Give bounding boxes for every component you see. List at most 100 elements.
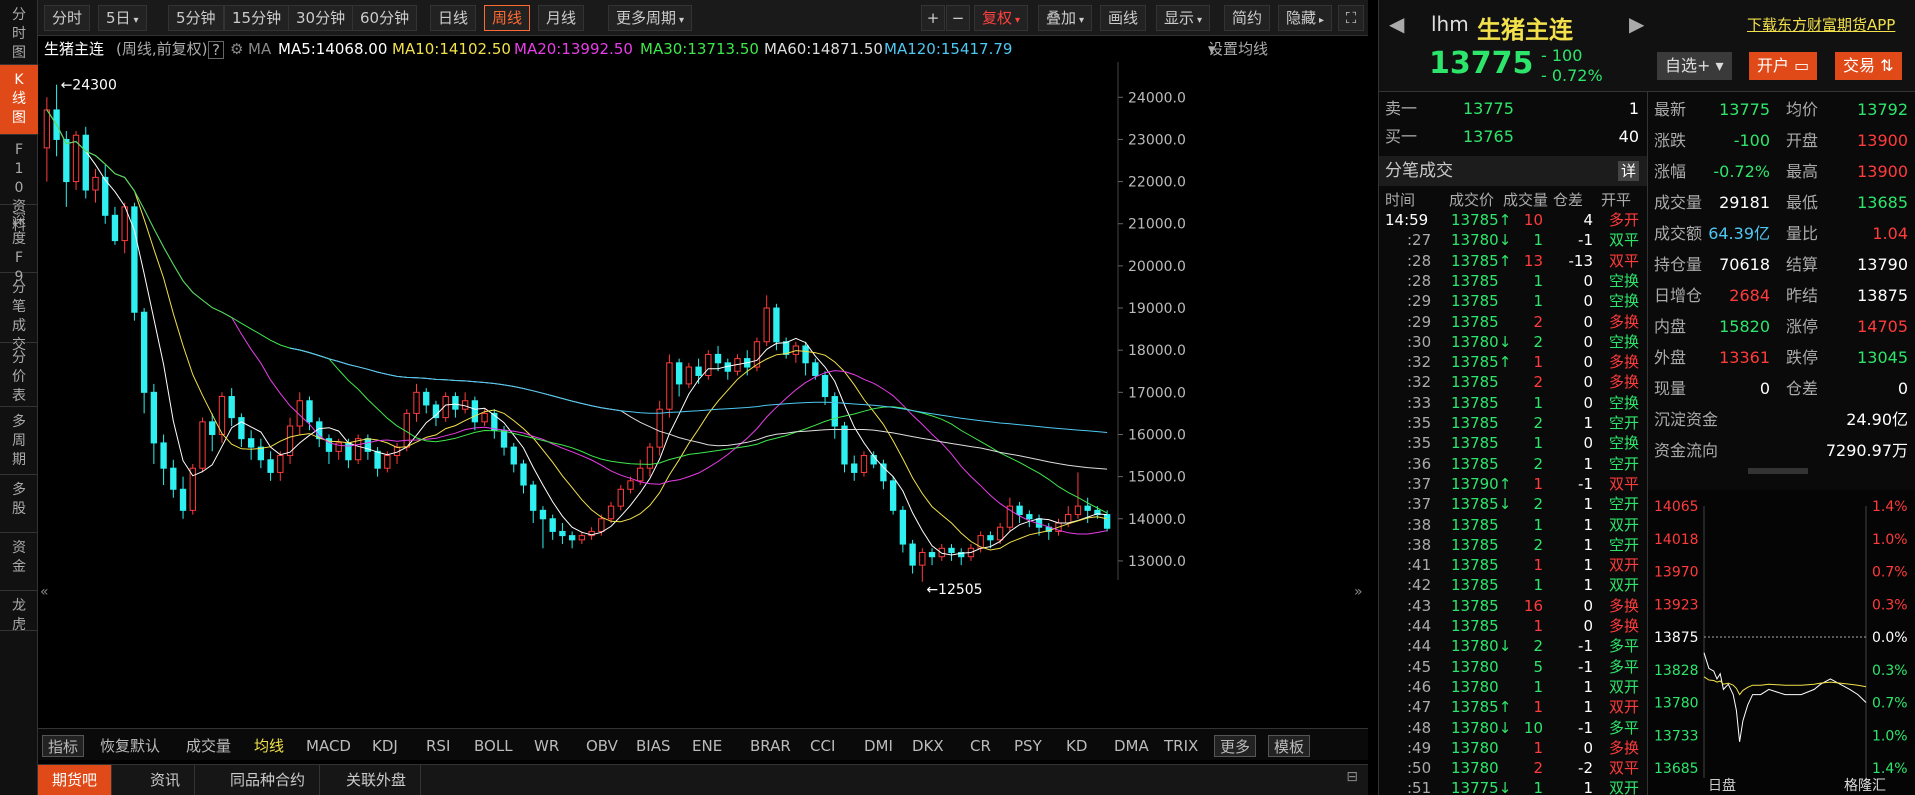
period-month-button[interactable]: 月线 [538,5,585,31]
simple-mode-button[interactable]: 简约 [1224,5,1271,31]
prev-arrow-icon[interactable]: ◀ [1389,12,1404,36]
candle-body [705,353,712,376]
indicator-17[interactable]: KD [1066,735,1087,757]
price-change: - 100 [1541,46,1583,65]
tick-time: :36 [1407,454,1432,473]
nav-item-0[interactable]: 分时图 [0,0,38,65]
period-fenshi-button[interactable]: 分时 [44,5,91,31]
draw-line-button[interactable]: 画线 [1100,5,1147,31]
period-60min-button[interactable]: 60分钟 [352,5,418,31]
more-indicators-button[interactable]: 更多 [1214,735,1257,757]
candle [325,434,333,464]
indicator-18[interactable]: DMA [1114,735,1149,757]
nav-item-3[interactable]: 深度F9 [0,205,38,285]
tick-time: :33 [1407,393,1432,412]
mini-right-tick: 0.3% [1872,663,1908,679]
candle [782,337,790,359]
indicator-9[interactable]: BIAS [636,735,671,757]
stat-label: 日增仓 [1654,286,1703,305]
candle-body [938,547,945,558]
zoom-out-button[interactable]: − [946,5,970,31]
bottom-tab-3[interactable]: 关联外盘 [332,765,422,795]
candle [889,476,897,515]
indicator-13[interactable]: DMI [864,735,893,757]
candle-body [247,438,255,448]
nav-item-8[interactable]: 资金 [0,533,38,591]
indicator-1[interactable]: 成交量 [186,735,231,757]
indicator-5[interactable]: RSI [426,735,450,757]
candle [938,544,945,561]
display-button[interactable]: 显示 ▾ [1156,5,1211,31]
indicator-19[interactable]: TRIX [1164,735,1198,757]
indicator-12[interactable]: CCI [810,735,835,757]
period-day-button[interactable]: 日线 [430,5,477,31]
indicator-2[interactable]: 均线 [254,735,284,757]
help-icon[interactable]: ? [208,41,224,59]
adjust-rights-button[interactable]: 复权 ▾ [974,5,1029,31]
next-arrow-icon[interactable]: ▶ [1629,12,1644,36]
indicator-10[interactable]: ENE [692,735,722,757]
more-periods-button[interactable]: 更多周期 ▾ [608,5,693,31]
zoom-in-button[interactable]: + [921,5,945,31]
tick-row: :38 13785 1 1 双开 [1379,515,1647,535]
overlay-button[interactable]: 叠加 ▾ [1038,5,1093,31]
indicator-toggle-button[interactable]: 指标 [42,735,85,757]
period-5day-button[interactable]: 5日 ▾ [98,5,147,31]
nav-item-6[interactable]: 多周期 [0,407,38,475]
tick-oi-change: 0 [1583,393,1593,412]
y-tick-label: 23000.0 [1128,132,1186,148]
popout-icon[interactable]: ⊟ [1346,769,1358,785]
bottom-tab-2[interactable]: 同品种合约 [216,765,321,795]
candle [685,362,693,389]
indicator-8[interactable]: OBV [586,735,618,757]
kline-chart[interactable]: 24000.0 23000.0 22000.0 21000.0 20000.0 19000… [38,62,1368,710]
indicator-16[interactable]: PSY [1014,735,1042,757]
indicator-15[interactable]: CR [970,735,991,757]
indicator-11[interactable]: BRAR [750,735,791,757]
scroll-left-icon[interactable]: « [40,584,49,600]
tick-time: :37 [1407,495,1432,514]
mini-session-tab[interactable]: 日盘 [1708,777,1736,794]
candle-body [510,446,517,465]
ma-settings-button[interactable]: 设置均线 ▾ [1208,36,1268,62]
nav-item-9[interactable]: 龙虎 [0,591,38,633]
indicator-0[interactable]: 恢复默认 [100,735,160,757]
ticks-detail-button[interactable]: 详 [1617,161,1639,181]
nav-item-1[interactable]: K线图 [0,65,38,135]
candle-body [228,396,235,419]
nav-item-7[interactable]: 多股 [0,475,38,533]
period-5min-button[interactable]: 5分钟 [168,5,224,31]
stat-value: 13900 [1857,162,1908,181]
intraday-mini-chart[interactable]: 14065 1.4% 14018 1.0% 13970 0.7% 13923 0.3% 1387… [1648,490,1915,795]
indicator-4[interactable]: KDJ [372,735,398,757]
candle [179,476,187,519]
nav-item-4[interactable]: 分笔成交 [0,273,38,353]
fullscreen-icon[interactable]: ⛶ [1338,5,1364,31]
trade-button[interactable]: 交易 ⇅ [1835,52,1902,80]
bottom-tab-0[interactable]: 期货吧 [38,765,113,795]
gear-icon[interactable]: ⚙ [230,36,243,62]
indicator-6[interactable]: BOLL [474,735,513,757]
collapse-handle[interactable] [1748,468,1808,474]
download-app-link[interactable]: 下载东方财富期货APP [1747,14,1895,35]
tick-type: 双开 [1608,779,1639,795]
display-label: 显示 [1164,9,1195,27]
nav-item-2[interactable]: F10资料 [0,135,38,234]
indicator-14[interactable]: DKX [912,735,944,757]
tick-row: :30 13780↓ 2 0 空换 [1379,332,1647,352]
watchlist-button[interactable]: 自选+ ▾ [1657,52,1732,80]
hide-button[interactable]: 隐藏 ▸ [1278,5,1333,31]
period-15min-button[interactable]: 15分钟 [224,5,290,31]
tick-price: 13780 [1451,759,1499,778]
indicator-7[interactable]: WR [534,735,559,757]
open-account-button[interactable]: 开户 ▭ [1749,52,1818,80]
indicator-3[interactable]: MACD [306,735,351,757]
period-30min-button[interactable]: 30分钟 [288,5,354,31]
bottom-tab-1[interactable]: 资讯 [136,765,196,795]
stat-label: 量比 [1786,224,1819,243]
tick-volume: 1 [1533,515,1543,534]
scroll-right-icon[interactable]: » [1354,584,1363,600]
template-button[interactable]: 模板 [1268,735,1311,757]
nav-item-5[interactable]: 分价表 [0,343,38,407]
period-week-button[interactable]: 周线 [484,5,531,31]
